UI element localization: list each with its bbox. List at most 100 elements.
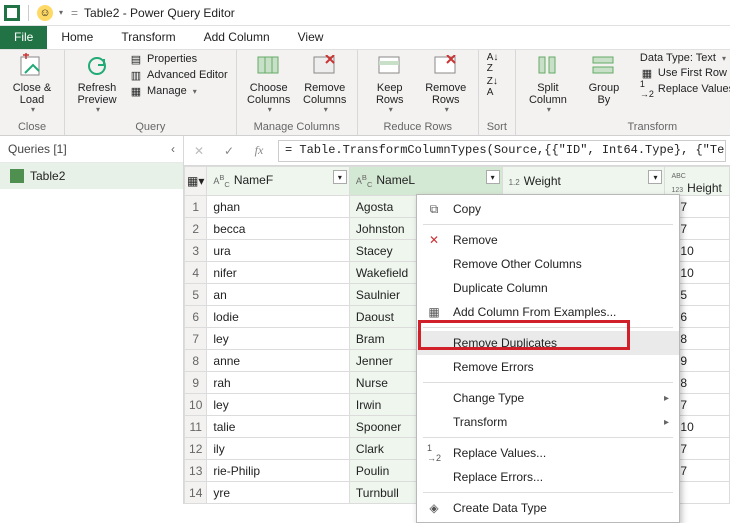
formula-input[interactable]: = Table.TransformColumnTypes(Source,{{"I… [278, 140, 726, 162]
choose-columns-button[interactable]: Choose Columns▾ [245, 52, 293, 115]
cm-remove-errors[interactable]: Remove Errors [417, 355, 679, 379]
cell-namef[interactable]: yre [207, 482, 350, 504]
data-type-icon: ◈ [425, 499, 443, 517]
type-text-icon: ABC [356, 176, 372, 186]
row-number[interactable]: 9 [185, 372, 207, 394]
query-item-table2[interactable]: Table2 [0, 163, 183, 189]
cell-namef[interactable]: ura [207, 240, 350, 262]
select-all-corner[interactable]: ▦▾ [185, 167, 207, 196]
row-number[interactable]: 11 [185, 416, 207, 438]
tab-file[interactable]: File [0, 26, 47, 49]
cm-create-data-type[interactable]: ◈Create Data Type [417, 496, 679, 520]
type-text-icon: ABC [213, 176, 229, 186]
tab-transform[interactable]: Transform [107, 26, 189, 49]
first-row-headers-button[interactable]: ▦Use First Row as Header [640, 66, 730, 80]
cm-remove[interactable]: ✕Remove [417, 228, 679, 252]
cm-transform[interactable]: Transform▸ [417, 410, 679, 434]
row-number[interactable]: 7 [185, 328, 207, 350]
filter-dropdown-icon[interactable]: ▾ [333, 170, 347, 184]
qat-dropdown-icon[interactable]: ▾ [59, 8, 63, 17]
keep-rows-icon [376, 52, 404, 80]
row-number[interactable]: 12 [185, 438, 207, 460]
replace-values-button[interactable]: 1→2Replace Values [640, 82, 730, 96]
cell-namef[interactable]: talie [207, 416, 350, 438]
cm-duplicate[interactable]: Duplicate Column [417, 276, 679, 300]
row-number[interactable]: 5 [185, 284, 207, 306]
cm-change-type[interactable]: Change Type▸ [417, 386, 679, 410]
cell-namef[interactable]: becca [207, 218, 350, 240]
cm-remove-duplicates[interactable]: Remove Duplicates [417, 331, 679, 355]
refresh-preview-button[interactable]: Refresh Preview ▾ [73, 52, 121, 115]
choose-columns-icon [255, 52, 283, 80]
close-load-button[interactable]: Close & Load ▾ [8, 52, 56, 115]
manage-button[interactable]: ▦Manage▾ [129, 84, 228, 98]
column-header-namef[interactable]: ABCNameF▾ [207, 167, 350, 196]
split-column-button[interactable]: Split Column▾ [524, 52, 572, 115]
cm-copy[interactable]: ⧉Copy [417, 197, 679, 221]
query-tools-column: ▤Properties ▥Advanced Editor ▦Manage▾ [129, 52, 228, 98]
formula-commit-button[interactable]: ✓ [218, 140, 240, 162]
cell-namef[interactable]: lodie [207, 306, 350, 328]
cell-namef[interactable]: rah [207, 372, 350, 394]
cm-remove-other[interactable]: Remove Other Columns [417, 252, 679, 276]
remove-columns-button[interactable]: Remove Columns▾ [301, 52, 349, 115]
formula-bar: ✕ ✓ fx = Table.TransformColumnTypes(Sour… [184, 136, 730, 166]
cm-replace-values[interactable]: 1→2Replace Values... [417, 441, 679, 465]
row-number[interactable]: 3 [185, 240, 207, 262]
row-number[interactable]: 1 [185, 196, 207, 218]
quick-access-toolbar: ☺ ▾ = [4, 5, 78, 21]
cell-namef[interactable]: anne [207, 350, 350, 372]
column-header-namel[interactable]: ABCNameL▾ [349, 167, 502, 196]
sort-asc-button[interactable]: A↓Z [487, 52, 499, 74]
properties-button[interactable]: ▤Properties [129, 52, 228, 66]
remove-icon: ✕ [425, 231, 443, 249]
transform-tools-column: Data Type: Text▾ ▦Use First Row as Heade… [640, 52, 730, 96]
collapse-icon[interactable]: ‹ [171, 142, 175, 156]
row-number[interactable]: 8 [185, 350, 207, 372]
ribbon-group-query: Refresh Preview ▾ ▤Properties ▥Advanced … [65, 50, 237, 135]
group-by-icon [590, 52, 618, 80]
fx-icon[interactable]: fx [248, 140, 270, 162]
tab-view[interactable]: View [284, 26, 338, 49]
row-number[interactable]: 13 [185, 460, 207, 482]
row-number[interactable]: 4 [185, 262, 207, 284]
cell-namef[interactable]: ley [207, 328, 350, 350]
tab-add-column[interactable]: Add Column [190, 26, 284, 49]
row-number[interactable]: 6 [185, 306, 207, 328]
ribbon: Close & Load ▾ Close Refresh Preview ▾ ▤… [0, 50, 730, 136]
cm-replace-errors[interactable]: Replace Errors... [417, 465, 679, 489]
formula-cancel-button[interactable]: ✕ [188, 140, 210, 162]
remove-columns-icon [311, 52, 339, 80]
row-number[interactable]: 14 [185, 482, 207, 504]
tab-home[interactable]: Home [47, 26, 107, 49]
smiley-icon[interactable]: ☺ [37, 5, 53, 21]
cell-namef[interactable]: ghan [207, 196, 350, 218]
advanced-editor-button[interactable]: ▥Advanced Editor [129, 68, 228, 82]
editor-icon: ▥ [129, 68, 143, 82]
data-type-dropdown[interactable]: Data Type: Text▾ [640, 52, 730, 64]
remove-rows-button[interactable]: Remove Rows▾ [422, 52, 470, 115]
cell-namef[interactable]: ley [207, 394, 350, 416]
column-header-weight[interactable]: 1.2Weight▾ [502, 167, 665, 196]
keep-rows-button[interactable]: Keep Rows▾ [366, 52, 414, 115]
queries-header[interactable]: Queries [1] ‹ [0, 136, 183, 163]
row-number[interactable]: 2 [185, 218, 207, 240]
cell-namef[interactable]: an [207, 284, 350, 306]
column-context-menu: ⧉Copy ✕Remove Remove Other Columns Dupli… [416, 194, 680, 523]
group-by-button[interactable]: Group By [580, 52, 628, 106]
properties-icon: ▤ [129, 52, 143, 66]
cm-add-examples[interactable]: ▦Add Column From Examples... [417, 300, 679, 324]
replace-icon: 1→2 [640, 82, 654, 96]
cell-namef[interactable]: nifer [207, 262, 350, 284]
sort-desc-icon: Z↓A [487, 76, 498, 98]
excel-icon [4, 5, 20, 21]
column-header-height[interactable]: ABC123Height [665, 167, 730, 196]
filter-dropdown-icon[interactable]: ▾ [648, 170, 662, 184]
sort-desc-button[interactable]: Z↓A [487, 76, 499, 98]
headers-icon: ▦ [640, 66, 654, 80]
filter-dropdown-icon[interactable]: ▾ [486, 170, 500, 184]
cell-namef[interactable]: ily [207, 438, 350, 460]
cell-namef[interactable]: rie-Philip [207, 460, 350, 482]
submenu-arrow-icon: ▸ [664, 417, 669, 428]
row-number[interactable]: 10 [185, 394, 207, 416]
